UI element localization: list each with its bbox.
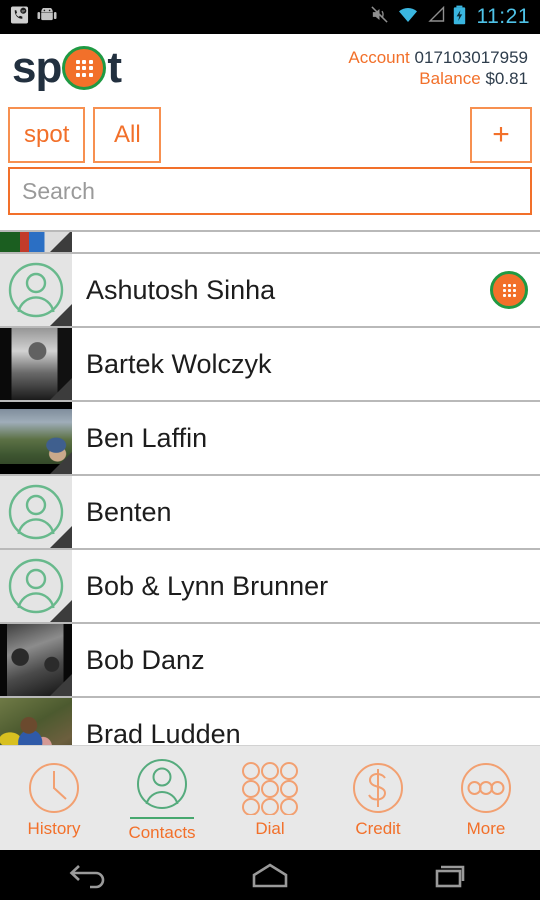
status-clock: 11:21 (476, 5, 530, 28)
table-row[interactable]: Ashutosh Sinha (0, 254, 540, 328)
recents-icon[interactable] (395, 860, 505, 890)
bottom-tab-bar: History Contacts Dial Credit More (0, 745, 540, 850)
tab-more[interactable]: More (432, 757, 540, 839)
status-bar: IP 11:21 (0, 0, 540, 34)
wifi-icon (397, 6, 419, 28)
logo-text-end: t (107, 43, 122, 92)
spot-badge-icon[interactable] (490, 271, 528, 309)
search-container (0, 164, 540, 217)
mute-icon (370, 5, 389, 29)
back-icon[interactable] (35, 860, 145, 890)
avatar-fold-icon (50, 674, 72, 696)
list-item[interactable] (0, 232, 540, 254)
avatar-fold-icon (50, 378, 72, 400)
avatar (0, 402, 72, 474)
logo-keypad-icon (62, 46, 107, 90)
badge-dot-grid (502, 283, 516, 297)
active-tab-underline (130, 817, 194, 819)
android-robot-icon (37, 5, 57, 27)
spot-logo: sp t (12, 43, 122, 92)
avatar (0, 328, 72, 400)
contact-name: Benten (86, 496, 172, 527)
status-right-icons: 11:21 (370, 5, 531, 30)
account-number: 017103017959 (414, 47, 528, 67)
account-label: Account (348, 47, 410, 67)
tab-label-more: More (466, 819, 506, 838)
avatar-fold-icon (50, 304, 72, 326)
tab-dial[interactable]: Dial (216, 757, 324, 839)
account-row: Account 017103017959 (348, 47, 528, 68)
avatar (0, 232, 72, 252)
person-icon (135, 753, 189, 811)
avatar (0, 624, 72, 696)
contact-name: Bob & Lynn Brunner (86, 570, 329, 601)
table-row[interactable]: Brad Ludden (0, 698, 540, 745)
avatar (0, 254, 72, 326)
filter-spot-button[interactable]: spot (8, 107, 86, 163)
cell-signal-icon (427, 5, 445, 28)
tab-label-credit: Credit (355, 819, 401, 838)
avatar-fold-icon (50, 600, 72, 622)
contact-name: Ashutosh Sinha (86, 274, 276, 305)
tab-credit[interactable]: Credit (324, 757, 432, 839)
filter-all-button[interactable]: All (93, 107, 162, 163)
logo-dot-grid (75, 59, 93, 77)
contact-name: Bob Danz (86, 644, 205, 675)
app-header: sp t Account 017103017959 Balance $0.81 (0, 34, 540, 102)
voip-phone-icon: IP (10, 5, 29, 30)
balance-amount: $0.81 (485, 69, 528, 88)
tab-label-dial: Dial (255, 819, 285, 838)
balance-label: Balance (419, 69, 481, 88)
contact-name: Bartek Wolczyk (86, 348, 272, 379)
app-screen: IP 11:21 sp t Account 017103017959 Balan… (0, 0, 540, 900)
avatar-fold-icon (50, 232, 72, 252)
search-input[interactable] (8, 167, 532, 215)
table-row[interactable]: Benten (0, 476, 540, 550)
status-left-icons: IP (10, 5, 57, 30)
avatar-fold-icon (50, 452, 72, 474)
tab-contacts[interactable]: Contacts (108, 753, 216, 843)
home-icon[interactable] (215, 860, 325, 890)
filter-bar: spot All + (0, 102, 540, 164)
clock-icon (27, 757, 81, 815)
contact-list[interactable]: Ashutosh Sinha Bartek Wolczyk Ben Laffin (0, 230, 540, 745)
android-nav-bar (0, 850, 540, 900)
battery-charging-icon (453, 5, 466, 30)
account-info: Account 017103017959 Balance $0.81 (348, 47, 532, 90)
avatar (0, 550, 72, 622)
keypad-icon (239, 757, 301, 815)
table-row[interactable]: Ben Laffin (0, 402, 540, 476)
avatar (0, 476, 72, 548)
dollar-icon (351, 757, 405, 815)
svg-text:IP: IP (22, 9, 26, 13)
add-contact-button[interactable]: + (470, 107, 532, 163)
tab-label-history: History (27, 819, 81, 838)
tab-label-contacts: Contacts (128, 823, 196, 842)
ellipsis-icon (459, 757, 513, 815)
tab-history[interactable]: History (0, 757, 108, 839)
avatar-fold-icon (50, 526, 72, 548)
balance-row: Balance $0.81 (348, 68, 528, 89)
table-row[interactable]: Bob Danz (0, 624, 540, 698)
table-row[interactable]: Bartek Wolczyk (0, 328, 540, 402)
contact-name: Ben Laffin (86, 422, 208, 453)
logo-text-start: sp (12, 43, 62, 92)
avatar (0, 698, 72, 745)
contact-name: Brad Ludden (86, 718, 241, 746)
table-row[interactable]: Bob & Lynn Brunner (0, 550, 540, 624)
